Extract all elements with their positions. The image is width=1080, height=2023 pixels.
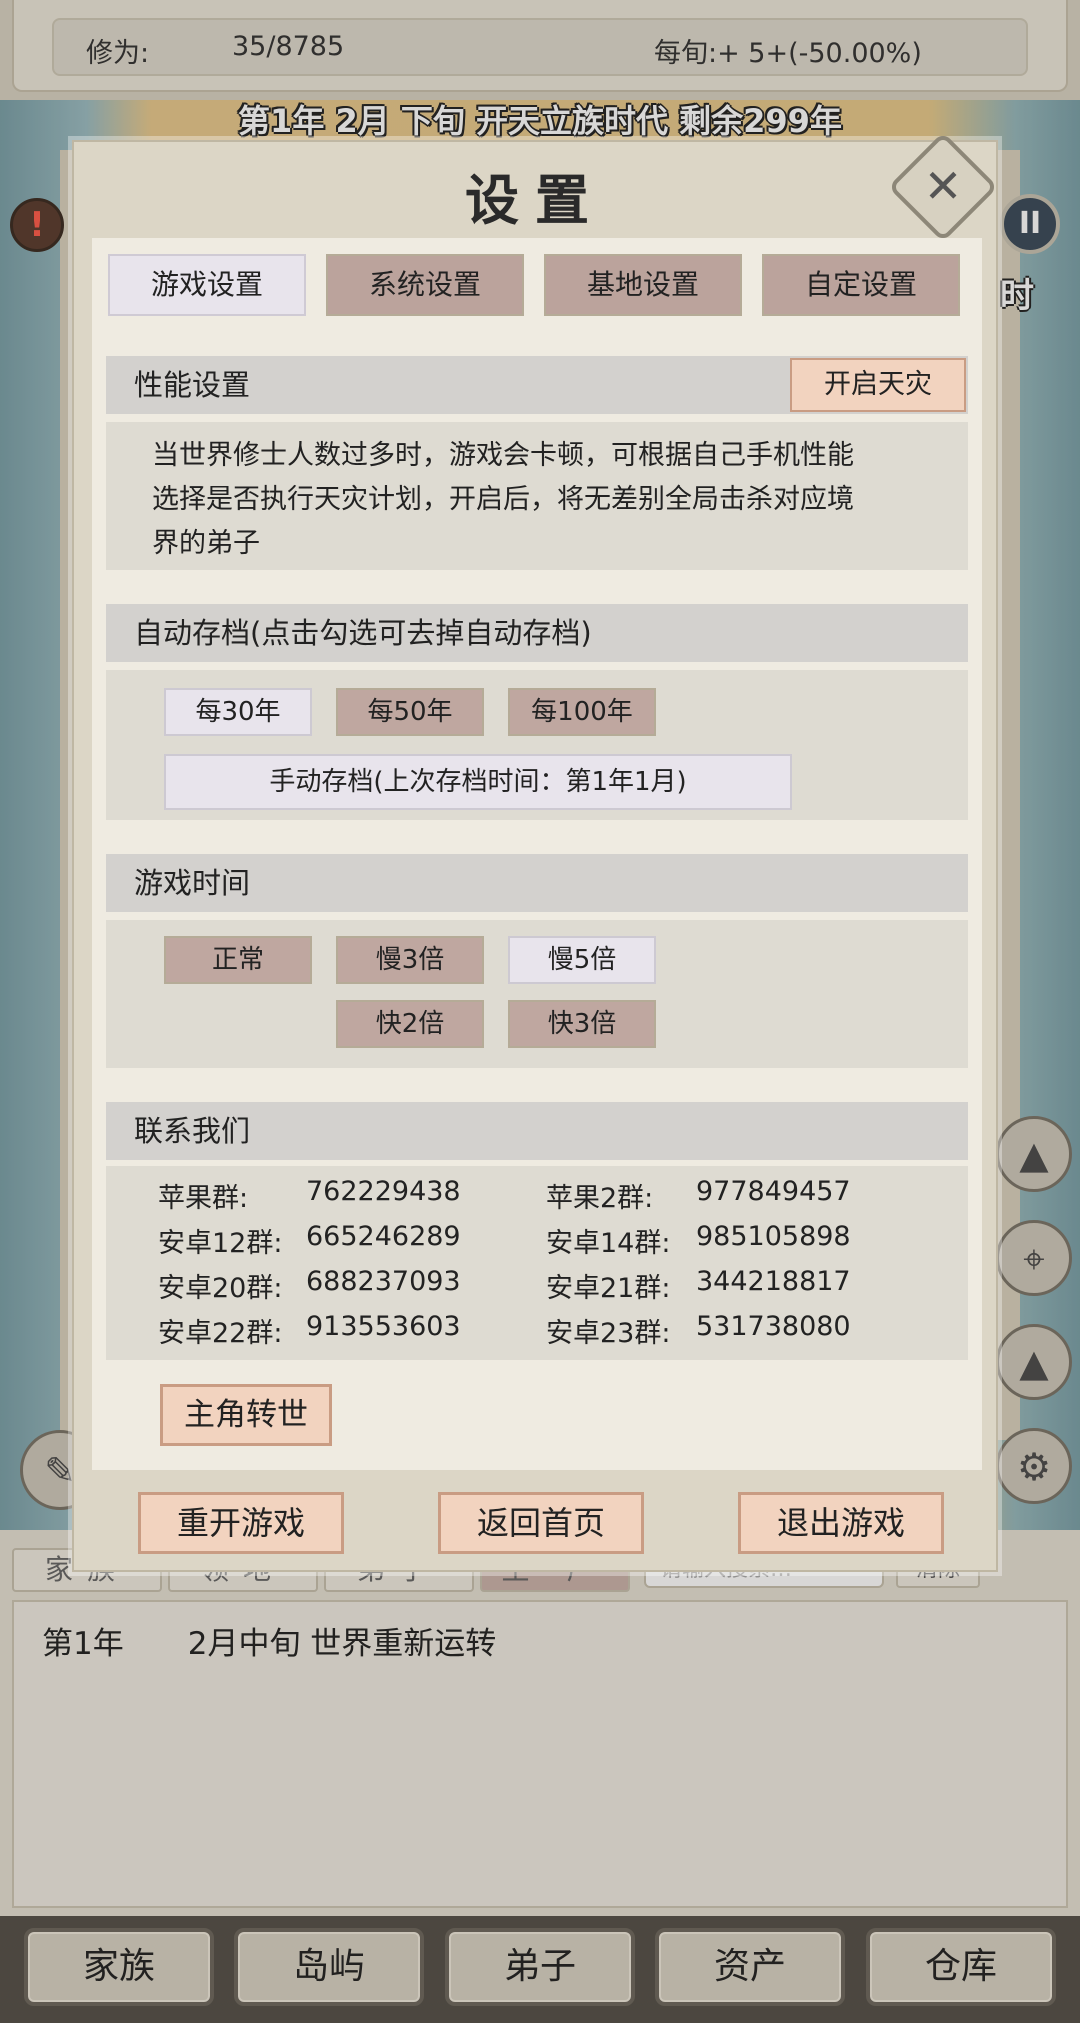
exit-game-button[interactable]: 退出游戏 bbox=[738, 1492, 944, 1554]
group-number: 344218817 bbox=[696, 1266, 851, 1297]
autosave-section-title: 自动存档(点击勾选可去掉自动存档) bbox=[106, 604, 968, 662]
contact-section-title: 联系我们 bbox=[106, 1102, 968, 1160]
speed-slow3-button[interactable]: 慢3倍 bbox=[336, 936, 484, 984]
settings-content: 游戏设置 系统设置 基地设置 自定设置 性能设置 开启天灾 当世界修士人数过多时… bbox=[92, 238, 982, 1470]
autosave-section-body: 每30年 每50年 每100年 手动存档(上次存档时间：第1年1月) bbox=[106, 670, 968, 820]
performance-description-line: 当世界修士人数过多时，游戏会卡顿，可根据自己手机性能 bbox=[152, 440, 854, 471]
group-number: 665246289 bbox=[306, 1221, 461, 1252]
group-label: 苹果群: bbox=[158, 1183, 249, 1214]
group-number: 688237093 bbox=[306, 1266, 461, 1297]
group-label: 安卓23群: bbox=[546, 1318, 671, 1349]
performance-description-line: 选择是否执行天灾计划，开启后，将无差别全局击杀对应境 bbox=[152, 484, 854, 515]
performance-description-line: 界的弟子 bbox=[152, 528, 260, 559]
game-time-section-body: 正常 慢3倍 慢5倍 快2倍 快3倍 bbox=[106, 920, 968, 1068]
performance-section-body: 当世界修士人数过多时，游戏会卡顿，可根据自己手机性能 选择是否执行天灾计划，开启… bbox=[106, 422, 968, 570]
autosave-30-years[interactable]: 每30年 bbox=[164, 688, 312, 736]
autosave-50-years[interactable]: 每50年 bbox=[336, 688, 484, 736]
group-label: 安卓21群: bbox=[546, 1273, 671, 1304]
group-number: 913553603 bbox=[306, 1311, 461, 1342]
performance-description: 当世界修士人数过多时，游戏会卡顿，可根据自己手机性能 选择是否执行天灾计划，开启… bbox=[152, 434, 932, 566]
dialog-title: 设置 bbox=[465, 168, 605, 232]
group-label: 安卓22群: bbox=[158, 1318, 283, 1349]
contact-row: 安卓22群: 913553603 安卓23群: 531738080 bbox=[106, 1311, 968, 1351]
contact-row: 苹果群: 762229438 苹果2群: 977849457 bbox=[106, 1176, 968, 1216]
return-home-button[interactable]: 返回首页 bbox=[438, 1492, 644, 1554]
contact-section-body: 苹果群: 762229438 苹果2群: 977849457 安卓12群: 66… bbox=[106, 1166, 968, 1360]
restart-game-button[interactable]: 重开游戏 bbox=[138, 1492, 344, 1554]
disaster-toggle-button[interactable]: 开启天灾 bbox=[790, 358, 966, 412]
tab-game-settings[interactable]: 游戏设置 bbox=[108, 254, 306, 316]
speed-normal-button[interactable]: 正常 bbox=[164, 936, 312, 984]
group-number: 985105898 bbox=[696, 1221, 851, 1252]
tab-base-settings[interactable]: 基地设置 bbox=[544, 254, 742, 316]
tab-custom-settings[interactable]: 自定设置 bbox=[762, 254, 960, 316]
group-number: 531738080 bbox=[696, 1311, 851, 1342]
autosave-100-years[interactable]: 每100年 bbox=[508, 688, 656, 736]
speed-slow5-button[interactable]: 慢5倍 bbox=[508, 936, 656, 984]
group-label: 苹果2群: bbox=[546, 1183, 654, 1214]
group-number: 762229438 bbox=[306, 1176, 461, 1207]
group-label: 安卓14群: bbox=[546, 1228, 671, 1259]
game-time-section-title: 游戏时间 bbox=[106, 854, 968, 912]
contact-row: 安卓12群: 665246289 安卓14群: 985105898 bbox=[106, 1221, 968, 1261]
contact-row: 安卓20群: 688237093 安卓21群: 344218817 bbox=[106, 1266, 968, 1306]
group-label: 安卓20群: bbox=[158, 1273, 283, 1304]
group-number: 977849457 bbox=[696, 1176, 851, 1207]
tab-system-settings[interactable]: 系统设置 bbox=[326, 254, 524, 316]
reincarnate-button[interactable]: 主角转世 bbox=[160, 1384, 332, 1446]
group-label: 安卓12群: bbox=[158, 1228, 283, 1259]
close-icon: ✕ bbox=[923, 159, 963, 213]
manual-save-button[interactable]: 手动存档(上次存档时间：第1年1月) bbox=[164, 754, 792, 810]
settings-dialog: 设置 ✕ 游戏设置 系统设置 基地设置 自定设置 性能设置 开启天灾 当世界修士… bbox=[72, 131, 999, 1572]
speed-fast2-button[interactable]: 快2倍 bbox=[336, 1000, 484, 1048]
speed-fast3-button[interactable]: 快3倍 bbox=[508, 1000, 656, 1048]
